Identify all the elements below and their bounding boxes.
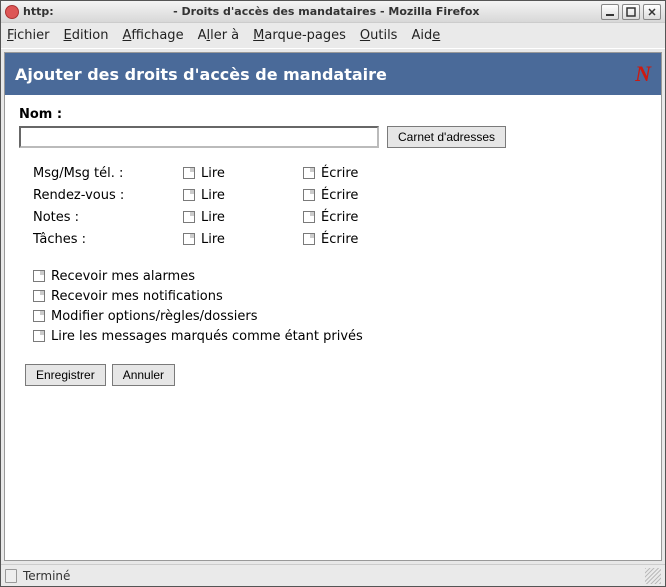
menu-bookmarks[interactable]: Marque-pages <box>253 28 346 43</box>
checkbox-notify[interactable] <box>33 290 45 302</box>
name-row: Carnet d'adresses <box>19 126 647 148</box>
write-label: Écrire <box>321 166 358 181</box>
menubar: Fichier Edition Affichage Aller à Marque… <box>1 23 665 49</box>
opt-modify-label: Modifier options/règles/dossiers <box>51 309 258 324</box>
menu-edit[interactable]: Edition <box>64 28 109 43</box>
rights-label-mail: Msg/Msg tél. : <box>33 166 183 181</box>
page-header: Ajouter des droits d'accès de mandataire… <box>5 53 661 95</box>
brand-logo: N <box>635 61 651 87</box>
checkbox-appt-write[interactable] <box>303 189 315 201</box>
name-input[interactable] <box>19 126 379 148</box>
rights-row-mail: Msg/Msg tél. : Lire Écrire <box>33 162 647 184</box>
menu-go[interactable]: Aller à <box>198 28 240 43</box>
titlebar: http: - Droits d'accès des mandataires -… <box>1 1 665 23</box>
rights-label-appt: Rendez-vous : <box>33 188 183 203</box>
opt-alarms-label: Recevoir mes alarmes <box>51 269 195 284</box>
rights-label-notes: Notes : <box>33 210 183 225</box>
checkbox-notes-read[interactable] <box>183 211 195 223</box>
extra-options: Recevoir mes alarmes Recevoir mes notifi… <box>33 266 647 346</box>
form-area: Nom : Carnet d'adresses Msg/Msg tél. : L… <box>5 95 661 560</box>
name-label: Nom : <box>19 107 647 122</box>
checkbox-private[interactable] <box>33 330 45 342</box>
opt-private-label: Lire les messages marqués comme étant pr… <box>51 329 363 344</box>
checkbox-notes-write[interactable] <box>303 211 315 223</box>
checkbox-tasks-write[interactable] <box>303 233 315 245</box>
titlebar-title: - Droits d'accès des mandataires - Mozil… <box>58 5 595 18</box>
read-label: Lire <box>201 188 225 203</box>
checkbox-modify[interactable] <box>33 310 45 322</box>
rights-row-appt: Rendez-vous : Lire Écrire <box>33 184 647 206</box>
rights-grid: Msg/Msg tél. : Lire Écrire Rendez-vous :… <box>33 162 647 250</box>
checkbox-appt-read[interactable] <box>183 189 195 201</box>
close-icon <box>647 7 657 17</box>
write-label: Écrire <box>321 232 358 247</box>
write-label: Écrire <box>321 210 358 225</box>
menu-help[interactable]: Aide <box>411 28 440 43</box>
minimize-button[interactable] <box>601 4 619 20</box>
read-label: Lire <box>201 210 225 225</box>
save-button[interactable]: Enregistrer <box>25 364 106 386</box>
menu-tools[interactable]: Outils <box>360 28 398 43</box>
address-book-button[interactable]: Carnet d'adresses <box>387 126 506 148</box>
statusbar: Terminé <box>1 564 665 586</box>
minimize-icon <box>605 7 615 17</box>
button-row: Enregistrer Annuler <box>25 364 647 386</box>
checkbox-tasks-read[interactable] <box>183 233 195 245</box>
opt-notify-label: Recevoir mes notifications <box>51 289 223 304</box>
page-title: Ajouter des droits d'accès de mandataire <box>15 65 635 84</box>
content: Ajouter des droits d'accès de mandataire… <box>4 52 662 561</box>
resize-grip[interactable] <box>645 568 661 584</box>
close-button[interactable] <box>643 4 661 20</box>
window: http: - Droits d'accès des mandataires -… <box>0 0 666 587</box>
read-label: Lire <box>201 232 225 247</box>
rights-label-tasks: Tâches : <box>33 232 183 247</box>
maximize-button[interactable] <box>622 4 640 20</box>
cancel-button[interactable]: Annuler <box>112 364 175 386</box>
write-label: Écrire <box>321 188 358 203</box>
maximize-icon <box>626 7 636 17</box>
window-buttons <box>601 4 661 20</box>
titlebar-url: http: <box>23 5 54 18</box>
checkbox-mail-read[interactable] <box>183 167 195 179</box>
app-icon <box>5 5 19 19</box>
checkbox-mail-write[interactable] <box>303 167 315 179</box>
read-label: Lire <box>201 166 225 181</box>
status-icon <box>5 569 17 583</box>
status-text: Terminé <box>23 569 70 583</box>
rights-row-notes: Notes : Lire Écrire <box>33 206 647 228</box>
rights-row-tasks: Tâches : Lire Écrire <box>33 228 647 250</box>
checkbox-alarms[interactable] <box>33 270 45 282</box>
menu-view[interactable]: Affichage <box>122 28 183 43</box>
menu-file[interactable]: Fichier <box>7 28 50 43</box>
